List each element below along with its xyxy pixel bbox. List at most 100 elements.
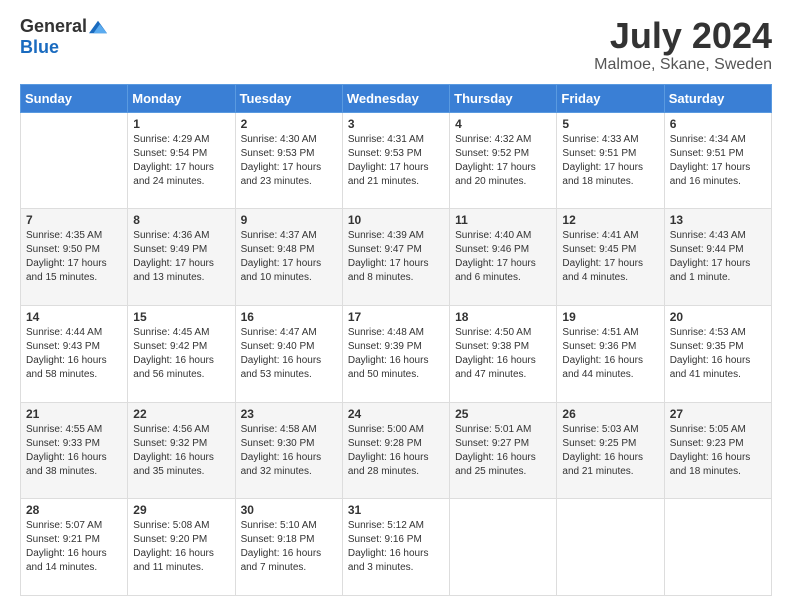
day-number: 5 xyxy=(562,117,658,131)
day-number: 15 xyxy=(133,310,229,324)
day-info: Sunrise: 4:50 AM Sunset: 9:38 PM Dayligh… xyxy=(455,326,551,382)
day-number: 29 xyxy=(133,503,229,517)
day-info: Sunrise: 4:39 AM Sunset: 9:47 PM Dayligh… xyxy=(348,229,444,285)
calendar-cell: 10 Sunrise: 4:39 AM Sunset: 9:47 PM Dayli… xyxy=(342,209,449,306)
day-info: Sunrise: 4:56 AM Sunset: 9:32 PM Dayligh… xyxy=(133,423,229,479)
calendar-cell: 25Sunrise: 5:01 AM Sunset: 9:27 PM Dayli… xyxy=(450,402,557,499)
day-info: Sunrise: 5:07 AM Sunset: 9:21 PM Dayligh… xyxy=(26,519,122,575)
day-number: 27 xyxy=(670,407,766,421)
day-number: 8 xyxy=(133,213,229,227)
day-info: Sunrise: 4:32 AM Sunset: 9:52 PM Dayligh… xyxy=(455,133,551,189)
calendar-cell: 5 Sunrise: 4:33 AM Sunset: 9:51 PM Daylig… xyxy=(557,112,664,209)
logo-general-text: General xyxy=(20,16,87,37)
day-info: Sunrise: 5:10 AM Sunset: 9:18 PM Dayligh… xyxy=(241,519,337,575)
day-number: 18 xyxy=(455,310,551,324)
day-number: 3 xyxy=(348,117,444,131)
day-number: 30 xyxy=(241,503,337,517)
day-info: Sunrise: 4:41 AM Sunset: 9:45 PM Dayligh… xyxy=(562,229,658,285)
title-block: July 2024 Malmoe, Skane, Sweden xyxy=(594,16,772,74)
day-header-monday: Monday xyxy=(128,84,235,112)
day-header-wednesday: Wednesday xyxy=(342,84,449,112)
day-info: Sunrise: 4:58 AM Sunset: 9:30 PM Dayligh… xyxy=(241,423,337,479)
day-number: 2 xyxy=(241,117,337,131)
day-number: 12 xyxy=(562,213,658,227)
day-info: Sunrise: 4:33 AM Sunset: 9:51 PM Dayligh… xyxy=(562,133,658,189)
calendar-cell: 18 Sunrise: 4:50 AM Sunset: 9:38 PM Dayli… xyxy=(450,305,557,402)
calendar-cell: 8 Sunrise: 4:36 AM Sunset: 9:49 PM Daylig… xyxy=(128,209,235,306)
location-title: Malmoe, Skane, Sweden xyxy=(594,56,772,74)
day-number: 11 xyxy=(455,213,551,227)
calendar-cell: 13Sunrise: 4:43 AM Sunset: 9:44 PM Dayli… xyxy=(664,209,771,306)
day-number: 22 xyxy=(133,407,229,421)
calendar-cell: 12 Sunrise: 4:41 AM Sunset: 9:45 PM Dayli… xyxy=(557,209,664,306)
day-header-friday: Friday xyxy=(557,84,664,112)
day-number: 20 xyxy=(670,310,766,324)
day-info: Sunrise: 4:30 AM Sunset: 9:53 PM Dayligh… xyxy=(241,133,337,189)
calendar-cell: 17 Sunrise: 4:48 AM Sunset: 9:39 PM Dayli… xyxy=(342,305,449,402)
calendar-cell: 21 Sunrise: 4:55 AM Sunset: 9:33 PM Dayli… xyxy=(21,402,128,499)
month-title: July 2024 xyxy=(594,16,772,56)
calendar-cell xyxy=(664,499,771,596)
day-header-thursday: Thursday xyxy=(450,84,557,112)
calendar-cell: 7 Sunrise: 4:35 AM Sunset: 9:50 PM Daylig… xyxy=(21,209,128,306)
day-number: 31 xyxy=(348,503,444,517)
calendar-cell: 26 Sunrise: 5:03 AM Sunset: 9:25 PM Dayli… xyxy=(557,402,664,499)
day-number: 4 xyxy=(455,117,551,131)
day-number: 14 xyxy=(26,310,122,324)
day-number: 16 xyxy=(241,310,337,324)
calendar-cell: 27 Sunrise: 5:05 AM Sunset: 9:23 PM Dayli… xyxy=(664,402,771,499)
day-number: 10 xyxy=(348,213,444,227)
calendar-cell: 24 Sunrise: 5:00 AM Sunset: 9:28 PM Dayli… xyxy=(342,402,449,499)
day-info: Sunrise: 4:36 AM Sunset: 9:49 PM Dayligh… xyxy=(133,229,229,285)
day-number: 17 xyxy=(348,310,444,324)
day-number: 28 xyxy=(26,503,122,517)
calendar-cell: 6 Sunrise: 4:34 AM Sunset: 9:51 PM Daylig… xyxy=(664,112,771,209)
day-info: Sunrise: 5:05 AM Sunset: 9:23 PM Dayligh… xyxy=(670,423,766,479)
day-info: Sunrise: 4:55 AM Sunset: 9:33 PM Dayligh… xyxy=(26,423,122,479)
day-info: Sunrise: 4:51 AM Sunset: 9:36 PM Dayligh… xyxy=(562,326,658,382)
day-info: Sunrise: 4:45 AM Sunset: 9:42 PM Dayligh… xyxy=(133,326,229,382)
day-number: 6 xyxy=(670,117,766,131)
calendar-cell xyxy=(450,499,557,596)
calendar-table: SundayMondayTuesdayWednesdayThursdayFrid… xyxy=(20,84,772,596)
day-info: Sunrise: 4:31 AM Sunset: 9:53 PM Dayligh… xyxy=(348,133,444,189)
day-header-sunday: Sunday xyxy=(21,84,128,112)
calendar-cell: 4 Sunrise: 4:32 AM Sunset: 9:52 PM Daylig… xyxy=(450,112,557,209)
day-number: 25 xyxy=(455,407,551,421)
day-header-saturday: Saturday xyxy=(664,84,771,112)
day-number: 7 xyxy=(26,213,122,227)
calendar-cell: 3 Sunrise: 4:31 AM Sunset: 9:53 PM Daylig… xyxy=(342,112,449,209)
day-info: Sunrise: 4:34 AM Sunset: 9:51 PM Dayligh… xyxy=(670,133,766,189)
page-header: General Blue July 2024 Malmoe, Skane, Sw… xyxy=(20,16,772,74)
day-number: 23 xyxy=(241,407,337,421)
calendar-cell: 9 Sunrise: 4:37 AM Sunset: 9:48 PM Daylig… xyxy=(235,209,342,306)
day-number: 9 xyxy=(241,213,337,227)
calendar-cell: 2 Sunrise: 4:30 AM Sunset: 9:53 PM Daylig… xyxy=(235,112,342,209)
calendar-cell xyxy=(557,499,664,596)
logo-icon xyxy=(89,20,107,34)
day-info: Sunrise: 4:48 AM Sunset: 9:39 PM Dayligh… xyxy=(348,326,444,382)
day-info: Sunrise: 4:29 AM Sunset: 9:54 PM Dayligh… xyxy=(133,133,229,189)
calendar-cell: 14Sunrise: 4:44 AM Sunset: 9:43 PM Dayli… xyxy=(21,305,128,402)
calendar-cell: 16Sunrise: 4:47 AM Sunset: 9:40 PM Dayli… xyxy=(235,305,342,402)
logo: General Blue xyxy=(20,16,107,58)
day-header-tuesday: Tuesday xyxy=(235,84,342,112)
day-info: Sunrise: 5:00 AM Sunset: 9:28 PM Dayligh… xyxy=(348,423,444,479)
calendar-cell: 23 Sunrise: 4:58 AM Sunset: 9:30 PM Dayli… xyxy=(235,402,342,499)
calendar-cell: 15 Sunrise: 4:45 AM Sunset: 9:42 PM Dayli… xyxy=(128,305,235,402)
calendar-cell: 1 Sunrise: 4:29 AM Sunset: 9:54 PM Daylig… xyxy=(128,112,235,209)
day-info: Sunrise: 5:12 AM Sunset: 9:16 PM Dayligh… xyxy=(348,519,444,575)
day-number: 21 xyxy=(26,407,122,421)
day-number: 24 xyxy=(348,407,444,421)
calendar-cell: 30 Sunrise: 5:10 AM Sunset: 9:18 PM Dayli… xyxy=(235,499,342,596)
day-number: 13 xyxy=(670,213,766,227)
day-info: Sunrise: 5:03 AM Sunset: 9:25 PM Dayligh… xyxy=(562,423,658,479)
day-number: 26 xyxy=(562,407,658,421)
day-number: 1 xyxy=(133,117,229,131)
calendar-cell: 22 Sunrise: 4:56 AM Sunset: 9:32 PM Dayli… xyxy=(128,402,235,499)
day-info: Sunrise: 4:35 AM Sunset: 9:50 PM Dayligh… xyxy=(26,229,122,285)
calendar-cell: 31 Sunrise: 5:12 AM Sunset: 9:16 PM Dayli… xyxy=(342,499,449,596)
calendar-cell: 20Sunrise: 4:53 AM Sunset: 9:35 PM Dayli… xyxy=(664,305,771,402)
calendar-cell: 29Sunrise: 5:08 AM Sunset: 9:20 PM Dayli… xyxy=(128,499,235,596)
day-info: Sunrise: 4:37 AM Sunset: 9:48 PM Dayligh… xyxy=(241,229,337,285)
